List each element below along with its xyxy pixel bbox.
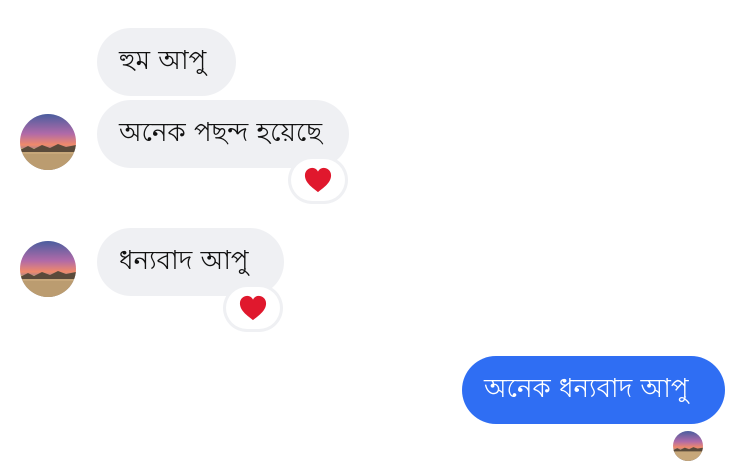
heart-icon <box>239 295 267 321</box>
avatar-image <box>20 114 76 170</box>
contact-avatar[interactable] <box>20 114 76 170</box>
reaction-badge[interactable] <box>226 287 280 329</box>
chat-thread: হুম আপু অনেক পছন্দ হয়েছে ধন্যবাদ আপু অন… <box>0 0 739 475</box>
reaction-badge[interactable] <box>291 159 345 201</box>
avatar-read-receipt <box>673 431 703 461</box>
avatar-image <box>20 241 76 297</box>
avatar-image <box>673 431 703 461</box>
contact-avatar[interactable] <box>20 241 76 297</box>
message-bubble-incoming[interactable]: অনেক পছন্দ হয়েছে <box>97 100 349 168</box>
message-bubble-incoming[interactable]: ধন্যবাদ আপু <box>97 228 284 296</box>
message-bubble-incoming[interactable]: হুম আপু <box>97 28 236 96</box>
heart-icon <box>304 167 332 193</box>
message-bubble-outgoing[interactable]: অনেক ধন্যবাদ আপু <box>462 356 725 424</box>
